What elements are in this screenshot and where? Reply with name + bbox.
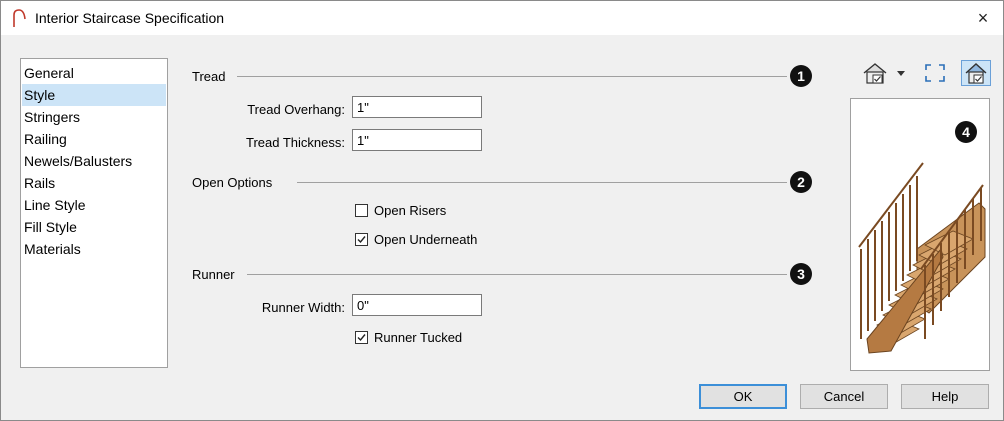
- open-underneath-checkbox[interactable]: Open Underneath: [355, 232, 477, 247]
- open-risers-label: Open Risers: [374, 203, 447, 218]
- arch-app-icon: [12, 9, 26, 27]
- checkmark-icon: [357, 236, 366, 244]
- nav-item-newels-balusters[interactable]: Newels/Balusters: [22, 150, 166, 172]
- nav-item-rails[interactable]: Rails: [22, 172, 166, 194]
- fit-to-window-button[interactable]: [921, 60, 949, 86]
- runner-width-field[interactable]: [352, 294, 482, 316]
- checkmark-icon: [357, 334, 366, 342]
- window-title: Interior Staircase Specification: [35, 10, 225, 26]
- open-risers-box[interactable]: [355, 204, 368, 217]
- nav-item-stringers[interactable]: Stringers: [22, 106, 166, 128]
- nav-item-fill-style[interactable]: Fill Style: [22, 216, 166, 238]
- runner-section-title: Runner: [192, 267, 235, 282]
- house-view-dropdown-button[interactable]: [859, 60, 911, 86]
- open-underneath-box[interactable]: [355, 233, 368, 246]
- tread-thickness-field[interactable]: [352, 129, 482, 151]
- callout-badge-1: 1: [790, 65, 812, 87]
- runner-tucked-box[interactable]: [355, 331, 368, 344]
- title-bar: Interior Staircase Specification ×: [1, 1, 1003, 35]
- color-view-button[interactable]: [961, 60, 991, 86]
- staircase-preview[interactable]: 4: [850, 98, 990, 371]
- runner-divider: [247, 274, 787, 275]
- runner-tucked-checkbox[interactable]: Runner Tucked: [355, 330, 462, 345]
- open-options-section-title: Open Options: [192, 175, 273, 190]
- open-underneath-label: Open Underneath: [374, 232, 478, 247]
- fit-to-window-icon: [925, 64, 945, 82]
- close-icon[interactable]: ×: [971, 7, 995, 29]
- tread-thickness-label: Tread Thickness:: [246, 135, 345, 150]
- ok-button[interactable]: OK: [699, 384, 787, 409]
- runner-width-label: Runner Width:: [261, 300, 345, 315]
- cancel-button[interactable]: Cancel: [800, 384, 888, 409]
- callout-badge-2: 2: [790, 171, 812, 193]
- nav-item-style[interactable]: Style: [22, 84, 166, 106]
- nav-item-general[interactable]: General: [22, 62, 166, 84]
- callout-badge-4: 4: [955, 121, 977, 143]
- dialog-window: Interior Staircase Specification × Gener…: [0, 0, 1004, 421]
- tread-divider: [237, 76, 787, 77]
- category-list[interactable]: General Style Stringers Railing Newels/B…: [20, 58, 168, 368]
- tread-overhang-label: Tread Overhang:: [247, 102, 345, 117]
- runner-tucked-label: Runner Tucked: [374, 330, 463, 345]
- tread-section-title: Tread: [192, 69, 226, 84]
- nav-item-line-style[interactable]: Line Style: [22, 194, 166, 216]
- open-risers-checkbox[interactable]: Open Risers: [355, 203, 446, 218]
- callout-badge-3: 3: [790, 263, 812, 285]
- color-view-icon: [965, 63, 987, 84]
- tread-overhang-field[interactable]: [352, 96, 482, 118]
- nav-item-materials[interactable]: Materials: [22, 238, 166, 260]
- house-view-icon: [863, 63, 905, 84]
- nav-item-railing[interactable]: Railing: [22, 128, 166, 150]
- help-button[interactable]: Help: [901, 384, 989, 409]
- open-options-divider: [297, 182, 787, 183]
